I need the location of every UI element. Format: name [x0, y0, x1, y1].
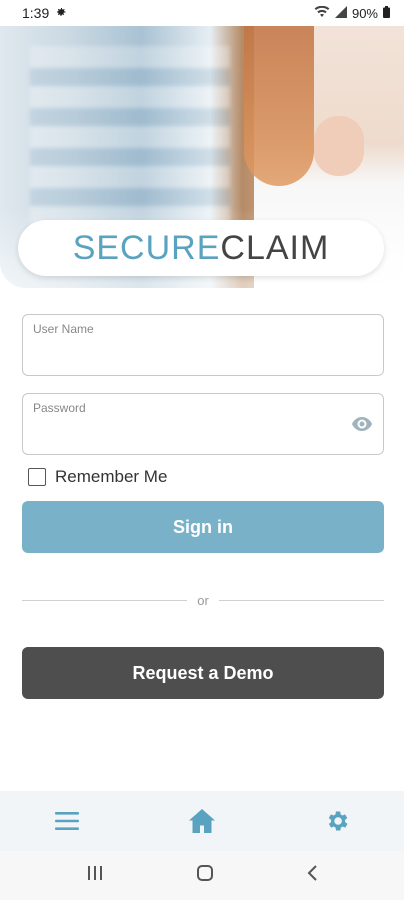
bottom-nav	[0, 791, 404, 851]
remember-me-row[interactable]: Remember Me	[28, 467, 167, 487]
home-button[interactable]	[182, 801, 222, 841]
settings-button[interactable]	[317, 801, 357, 841]
username-input[interactable]	[33, 341, 333, 367]
menu-button[interactable]	[47, 801, 87, 841]
status-left: 1:39	[22, 5, 67, 21]
wifi-icon	[314, 5, 330, 21]
back-icon	[307, 865, 317, 881]
password-label: Password	[33, 401, 86, 415]
back-button[interactable]	[306, 864, 318, 887]
recent-apps-button[interactable]	[86, 865, 104, 886]
logo-claim-text: CLAIM	[220, 228, 330, 267]
username-label: User Name	[33, 322, 94, 336]
signal-icon	[334, 5, 347, 21]
battery-level: 90%	[351, 5, 378, 21]
request-demo-button[interactable]: Request a Demo	[22, 647, 384, 699]
status-bar: 1:39 90%	[0, 0, 404, 26]
settings-status-icon	[55, 5, 67, 21]
status-time: 1:39	[22, 5, 50, 21]
hero-hair	[244, 26, 314, 186]
recent-apps-icon	[88, 866, 102, 880]
settings-icon	[328, 811, 348, 831]
divider-line-right	[218, 599, 384, 601]
system-home-button[interactable]	[196, 864, 214, 887]
system-navigation-bar	[0, 851, 404, 900]
logo-secure-text: SECURE	[72, 228, 221, 267]
sign-in-button[interactable]: Sign in	[22, 501, 384, 553]
status-right: 90%	[314, 5, 390, 21]
remember-me-checkbox[interactable]	[28, 468, 46, 486]
username-field[interactable]: User Name	[22, 314, 384, 376]
password-field[interactable]: Password	[22, 393, 384, 455]
battery-icon	[383, 5, 390, 21]
password-input[interactable]	[33, 420, 333, 446]
divider-line-left	[22, 599, 188, 601]
home-circle-icon	[197, 865, 213, 881]
secureclaim-logo: SECURE CLAIM	[18, 220, 384, 276]
hero-hand	[314, 116, 364, 176]
show-password-icon[interactable]	[351, 416, 373, 432]
home-icon	[188, 809, 215, 833]
remember-me-label: Remember Me	[55, 467, 168, 486]
menu-icon	[55, 812, 80, 830]
or-divider: or	[22, 590, 384, 610]
or-label: or	[197, 592, 209, 608]
